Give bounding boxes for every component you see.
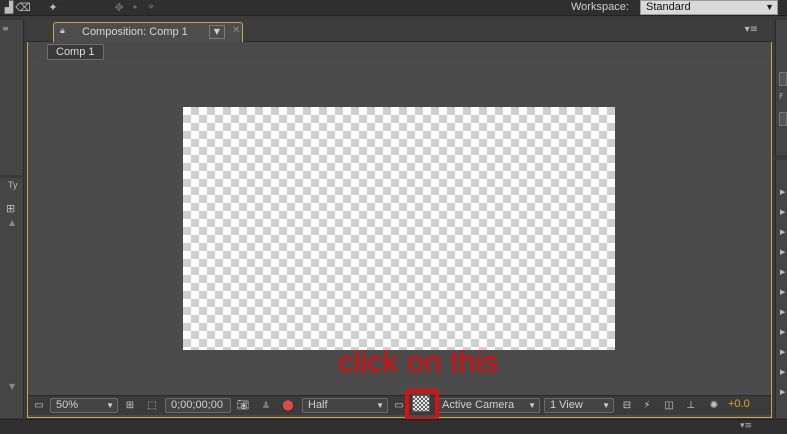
axis-mode-icon: ✥ <box>114 0 124 14</box>
expand-arrow-icon[interactable]: ▶ <box>780 348 785 356</box>
timecode-field[interactable]: 0;00;00;00 <box>165 398 231 413</box>
expand-arrow-icon[interactable]: ▶ <box>780 308 785 316</box>
composition-tab-bar: 🔒︎ Composition: Comp 1 ▼ ✕ ▾≡ <box>27 20 772 42</box>
annotation-highlight-box <box>405 389 439 421</box>
expand-arrow-icon[interactable]: ▶ <box>780 248 785 256</box>
channel-icon[interactable]: ⬤ <box>280 398 296 413</box>
panel-options-icon[interactable]: ▾≡ <box>745 24 758 35</box>
composition-menu-icon[interactable]: ▼ <box>209 25 225 39</box>
camera-view-select[interactable]: Active Camera ▼ <box>436 398 540 413</box>
fast-previews-icon[interactable]: ⚡︎ <box>640 398 654 413</box>
zoom-select[interactable]: 50% ▼ <box>50 398 118 413</box>
composition-tab-label: Composition: Comp 1 <box>82 26 188 38</box>
expand-arrow-icon[interactable]: ▶ <box>780 268 785 276</box>
panel-options-icon[interactable]: ▾≡ <box>740 421 752 431</box>
flowchart-icon[interactable]: ⊥ <box>684 398 698 413</box>
dot-icon: • <box>131 0 139 14</box>
pixel-aspect-icon[interactable]: ⊟ <box>620 398 634 413</box>
left-tab-label[interactable]: Ty <box>8 180 18 190</box>
panel-menu-icon[interactable]: ≡ <box>2 24 9 33</box>
expand-arrow-icon[interactable]: ▶ <box>780 388 785 396</box>
hierarchy-icon[interactable]: ⊞ <box>6 202 15 215</box>
region-of-interest-icon[interactable]: ▭ <box>392 398 406 413</box>
expand-arrow-icon[interactable]: ▶ <box>780 188 785 196</box>
lock-icon[interactable]: 🔒︎ <box>60 26 72 38</box>
composition-breadcrumb[interactable]: Comp 1 <box>47 44 104 60</box>
panel-label-icon: F <box>779 92 784 101</box>
exposure-value[interactable]: +0.0 <box>728 398 750 413</box>
status-bar: ▾≡ <box>0 419 787 434</box>
timecode-value: 0;00;00;00 <box>171 399 223 411</box>
composition-canvas[interactable] <box>183 107 615 350</box>
expand-arrow-icon[interactable]: ▶ <box>780 368 785 376</box>
camera-snapshot-icon[interactable]: 📷︎ <box>236 398 250 413</box>
scroll-up-icon[interactable]: ▲ <box>9 218 15 227</box>
mask-visibility-icon[interactable]: ⬚ <box>145 398 159 413</box>
top-toolbar: ▟ ⌫ ✦ ✥ • ⌖ Workspace: Standard ▼ <box>0 0 787 16</box>
tab-composition[interactable]: 🔒︎ Composition: Comp 1 ▼ ✕ <box>53 22 243 42</box>
chevron-down-icon: ▼ <box>602 401 610 410</box>
expand-arrow-icon[interactable]: ▶ <box>780 288 785 296</box>
panel-button[interactable] <box>779 112 787 126</box>
resolution-select[interactable]: Half ▼ <box>302 398 388 413</box>
puppet-pin-tool-icon[interactable]: ✦ <box>46 1 60 14</box>
right-panel-lower: ▶ ▶ ▶ ▶ ▶ ▶ ▶ ▶ ▶ ▶ ▶ <box>775 160 787 418</box>
expand-arrow-icon[interactable]: ▶ <box>780 228 785 236</box>
right-panel-upper: F <box>775 20 787 155</box>
eraser-tool-icon[interactable]: ⌫ <box>15 1 31 14</box>
workspace-label: Workspace: <box>571 1 629 13</box>
view-layout-select[interactable]: 1 View ▼ <box>544 398 614 413</box>
camera-view-value: Active Camera <box>442 399 515 411</box>
reset-exposure-icon[interactable]: ✺ <box>706 398 722 413</box>
always-preview-icon[interactable]: ▭ <box>32 398 46 413</box>
chevron-down-icon: ▼ <box>765 2 774 12</box>
left-panel-upper: ≡ <box>0 20 24 175</box>
zoom-value: 50% <box>56 399 79 411</box>
workspace-value: Standard <box>646 1 691 13</box>
chevron-down-icon: ▼ <box>106 401 114 410</box>
expand-arrow-icon[interactable]: ▶ <box>780 328 785 336</box>
close-icon[interactable]: ✕ <box>232 25 240 36</box>
resolution-value: Half <box>308 399 328 411</box>
view-layout-value: 1 View <box>550 399 583 411</box>
safe-zones-icon[interactable]: ⊞ <box>123 398 137 413</box>
toolbar-icon[interactable]: ▟ <box>2 1 16 14</box>
workspace-select[interactable]: Standard ▼ <box>640 0 778 15</box>
expand-arrow-icon[interactable]: ▶ <box>780 208 785 216</box>
annotation-text: click on this <box>338 344 499 379</box>
composition-footer-toolbar: ▭ 50% ▼ ⊞ ⬚ 0;00;00;00 📷︎ ♟ ⬤ Half ▼ ▭ A… <box>28 395 771 415</box>
panel-button[interactable] <box>779 72 787 86</box>
timeline-icon[interactable]: ◫ <box>662 398 676 413</box>
show-snapshot-icon[interactable]: ♟ <box>259 398 273 413</box>
world-axis-icon: ⌖ <box>147 0 155 13</box>
chevron-down-icon: ▼ <box>376 401 384 410</box>
scroll-down-icon[interactable]: ▼ <box>9 382 15 391</box>
chevron-down-icon: ▼ <box>528 401 536 410</box>
left-panel-lower: Ty ⊞ ▲ ▼ <box>0 178 24 418</box>
